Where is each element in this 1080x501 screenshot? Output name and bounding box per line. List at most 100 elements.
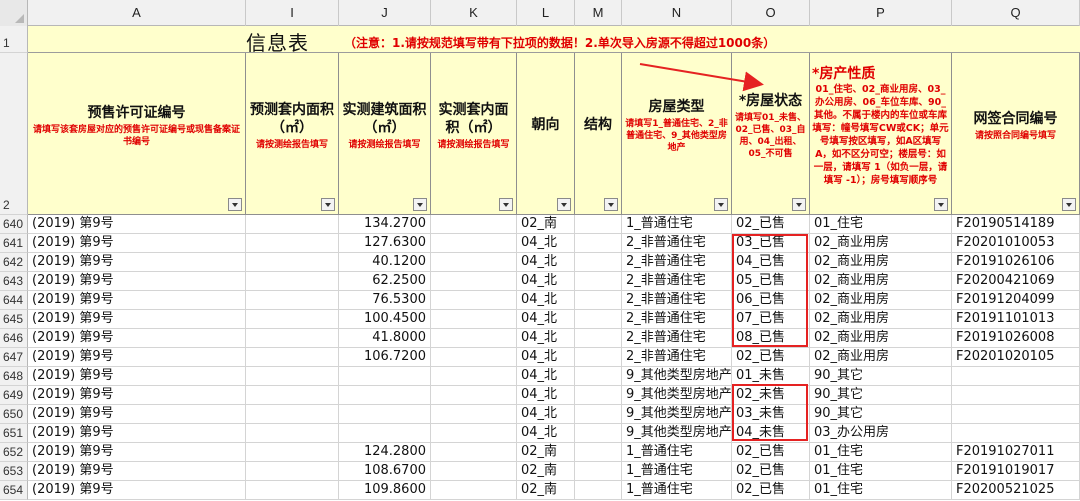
row-header[interactable]: 643 [0,272,28,291]
cell-p[interactable]: 01_住宅 [810,481,952,500]
row-header-1[interactable]: 1 [0,26,28,53]
select-all-corner[interactable] [0,0,28,26]
filter-dropdown-icon[interactable] [321,198,335,211]
column-header-a[interactable]: A [28,0,246,26]
cell-m[interactable] [575,253,622,272]
cell-n[interactable]: 2_非普通住宅 [622,329,732,348]
cell-l[interactable]: 04_北 [517,367,575,386]
cell-q[interactable] [952,405,1080,424]
cell-j[interactable]: 41.8000 [339,329,431,348]
cell-i[interactable] [246,291,339,310]
cell-l[interactable]: 04_北 [517,386,575,405]
cell-l[interactable]: 04_北 [517,348,575,367]
row-header[interactable]: 644 [0,291,28,310]
cell-o[interactable]: 04_已售 [732,253,810,272]
cell-o[interactable]: 02_已售 [732,348,810,367]
cell-j[interactable]: 134.2700 [339,215,431,234]
cell-q[interactable]: F20201020105 [952,348,1080,367]
cell-q[interactable]: F20201010053 [952,234,1080,253]
header-cell-o[interactable]: *房屋状态 请填写01_未售、02_已售、03_自用、04_出租、05_不可售 [732,53,810,215]
cell-l[interactable]: 04_北 [517,310,575,329]
header-cell-k[interactable]: 实测套内面积（㎡） 请按测绘报告填写 [431,53,517,215]
cell-a[interactable]: (2019) 第9号 [28,405,246,424]
row-header-2[interactable]: 2 [0,53,28,215]
cell-n[interactable]: 1_普通住宅 [622,443,732,462]
cell-j[interactable]: 40.1200 [339,253,431,272]
cell-i[interactable] [246,405,339,424]
cell-a[interactable]: (2019) 第9号 [28,272,246,291]
header-cell-j[interactable]: 实测建筑面积（㎡） 请按测绘报告填写 [339,53,431,215]
cell-l[interactable]: 04_北 [517,329,575,348]
cell-n[interactable]: 9_其他类型房地产 [622,386,732,405]
cell-q[interactable]: F20190514189 [952,215,1080,234]
cell-l[interactable]: 04_北 [517,253,575,272]
cell-p[interactable]: 90_其它 [810,386,952,405]
column-header-n[interactable]: N [622,0,732,26]
cell-q[interactable]: F20191026106 [952,253,1080,272]
cell-o[interactable]: 02_已售 [732,443,810,462]
cell-k[interactable] [431,462,517,481]
cell-i[interactable] [246,462,339,481]
row-header[interactable]: 650 [0,405,28,424]
cell-p[interactable]: 02_商业用房 [810,329,952,348]
cell-a[interactable]: (2019) 第9号 [28,367,246,386]
cell-q[interactable] [952,367,1080,386]
cell-m[interactable] [575,386,622,405]
cell-q[interactable]: F20191026008 [952,329,1080,348]
cell-a[interactable]: (2019) 第9号 [28,234,246,253]
cell-l[interactable]: 04_北 [517,272,575,291]
cell-m[interactable] [575,234,622,253]
cell-i[interactable] [246,234,339,253]
row-header[interactable]: 647 [0,348,28,367]
cell-k[interactable] [431,443,517,462]
cell-j[interactable]: 100.4500 [339,310,431,329]
cell-a[interactable]: (2019) 第9号 [28,462,246,481]
cell-p[interactable]: 90_其它 [810,367,952,386]
cell-a[interactable]: (2019) 第9号 [28,481,246,500]
cell-m[interactable] [575,215,622,234]
filter-dropdown-icon[interactable] [604,198,618,211]
cell-n[interactable]: 2_非普通住宅 [622,348,732,367]
cell-n[interactable]: 2_非普通住宅 [622,272,732,291]
cell-m[interactable] [575,424,622,443]
cell-n[interactable]: 1_普通住宅 [622,462,732,481]
filter-dropdown-icon[interactable] [557,198,571,211]
cell-q[interactable]: F20191027011 [952,443,1080,462]
cell-o[interactable]: 03_未售 [732,405,810,424]
column-header-m[interactable]: M [575,0,622,26]
cell-l[interactable]: 02_南 [517,462,575,481]
cell-j[interactable]: 127.6300 [339,234,431,253]
cell-n[interactable]: 1_普通住宅 [622,481,732,500]
cell-k[interactable] [431,272,517,291]
row-header[interactable]: 652 [0,443,28,462]
cell-m[interactable] [575,405,622,424]
cell-p[interactable]: 01_住宅 [810,215,952,234]
cell-q[interactable]: F20191204099 [952,291,1080,310]
cell-l[interactable]: 04_北 [517,291,575,310]
cell-k[interactable] [431,405,517,424]
cell-p[interactable]: 02_商业用房 [810,234,952,253]
cell-a[interactable]: (2019) 第9号 [28,443,246,462]
cell-m[interactable] [575,462,622,481]
cell-a[interactable]: (2019) 第9号 [28,310,246,329]
cell-p[interactable]: 03_办公用房 [810,424,952,443]
header-cell-n[interactable]: 房屋类型 请填写1_普通住宅、2_非普通住宅、9_其他类型房地产 [622,53,732,215]
cell-n[interactable]: 9_其他类型房地产 [622,424,732,443]
cell-m[interactable] [575,329,622,348]
cell-p[interactable]: 02_商业用房 [810,310,952,329]
cell-k[interactable] [431,215,517,234]
cell-l[interactable]: 04_北 [517,405,575,424]
cell-i[interactable] [246,329,339,348]
row-header[interactable]: 641 [0,234,28,253]
cell-m[interactable] [575,481,622,500]
cell-k[interactable] [431,291,517,310]
column-header-j[interactable]: J [339,0,431,26]
cell-k[interactable] [431,234,517,253]
column-header-i[interactable]: I [246,0,339,26]
cell-a[interactable]: (2019) 第9号 [28,424,246,443]
cell-a[interactable]: (2019) 第9号 [28,348,246,367]
column-header-p[interactable]: P [810,0,952,26]
row-header[interactable]: 651 [0,424,28,443]
cell-o[interactable]: 02_已售 [732,481,810,500]
cell-i[interactable] [246,443,339,462]
